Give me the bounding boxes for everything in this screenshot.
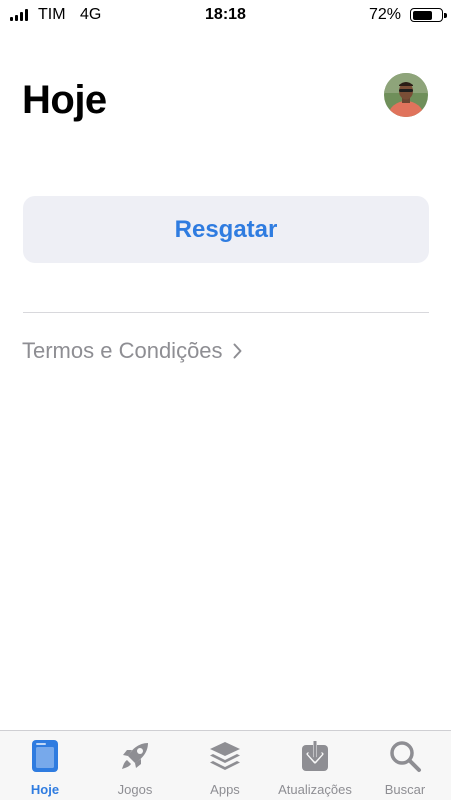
redeem-button[interactable]: Resgatar [23,196,429,263]
today-icon [32,740,58,772]
battery-icon [410,8,447,22]
chevron-right-icon [233,343,242,359]
account-avatar[interactable] [384,73,428,117]
battery-percent: 72% [368,6,401,23]
tab-apps[interactable]: Apps [180,731,270,801]
divider [23,312,429,313]
terms-link-label: Termos e Condições [22,338,223,363]
tab-atualizacoes[interactable]: Atualizações [270,731,360,801]
tab-label: Buscar [384,782,426,797]
status-bar: TIM 4G 18:18 72% [0,0,451,30]
tab-buscar[interactable]: Buscar [360,731,450,801]
tab-label: Jogos [117,782,153,797]
page-title: Hoje [22,78,107,122]
download-icon [302,741,328,771]
battery-fill [412,10,432,20]
layers-icon [210,742,240,770]
terms-and-conditions-link[interactable]: Termos e Condições [22,338,242,364]
tab-jogos[interactable]: Jogos [90,731,180,801]
tab-bar: Hoje Jogos Apps Atualizações Buscar [0,730,451,800]
tab-label: Hoje [30,782,60,797]
tab-hoje[interactable]: Hoje [0,731,90,801]
tab-label: Atualizações [278,782,352,797]
search-icon [390,741,421,772]
tab-label: Apps [210,782,240,797]
rocket-icon [122,743,148,769]
